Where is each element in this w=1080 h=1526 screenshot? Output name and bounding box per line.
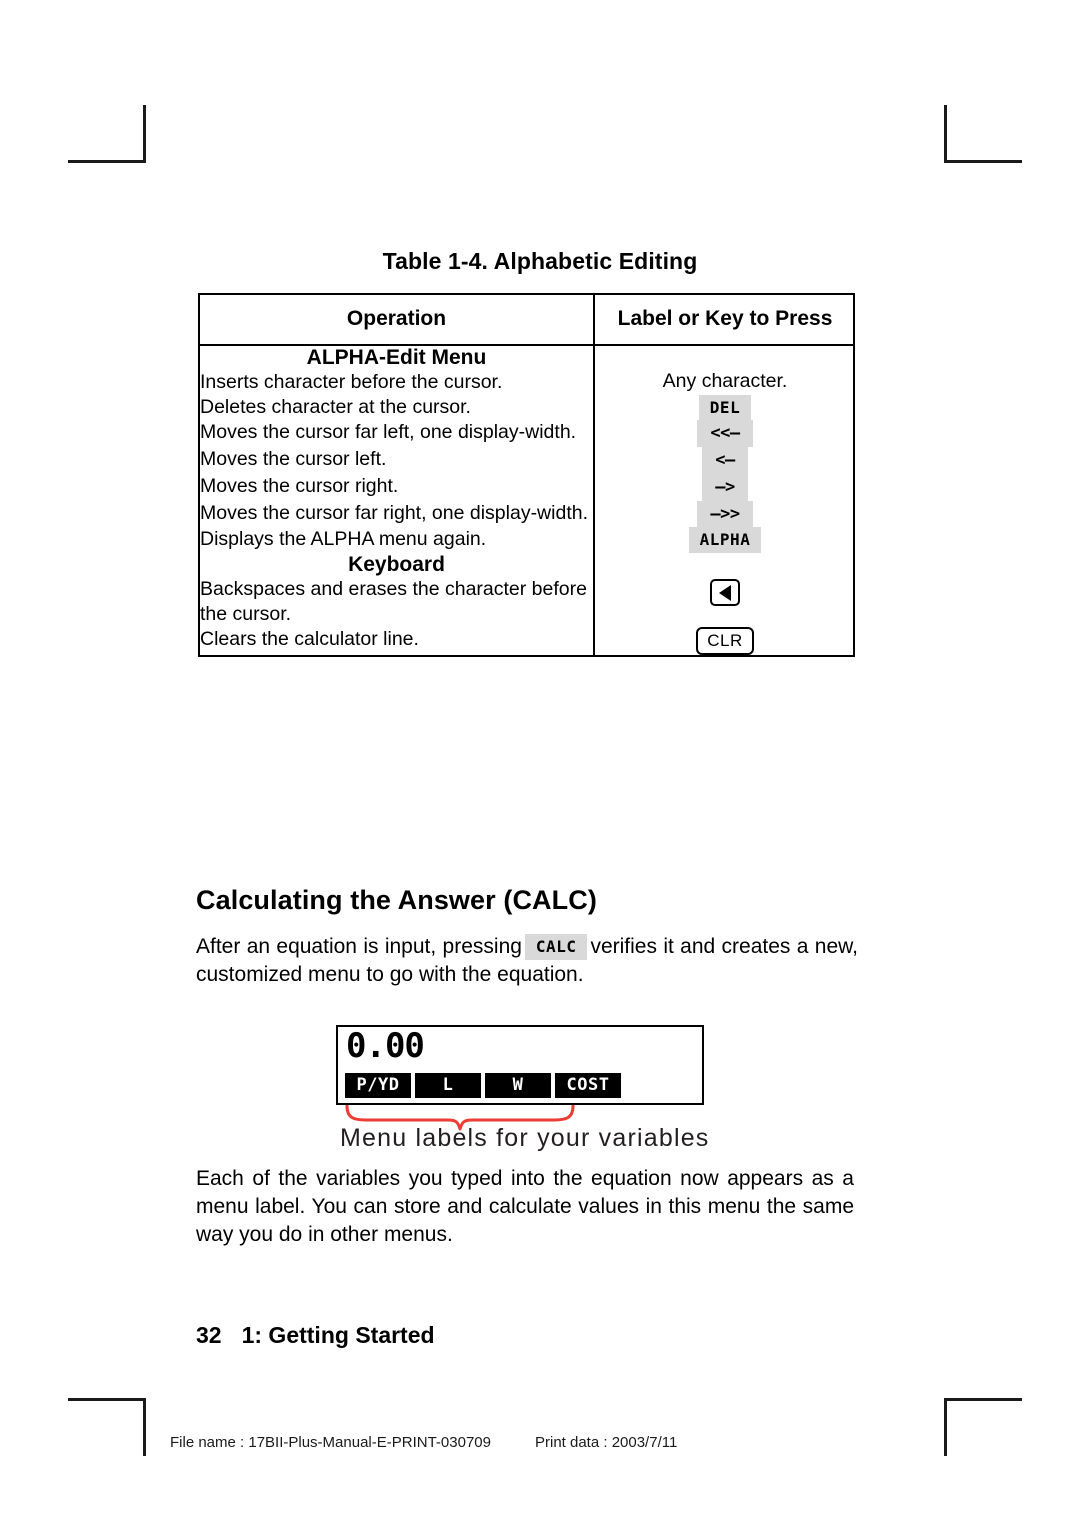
menu-label-l[interactable]: L [415,1072,481,1098]
key-cell: <— [593,447,855,474]
key-cell: —>> [593,500,855,528]
calculator-display: 0.00 P/YD L W COST [336,1025,704,1105]
backspace-key[interactable] [710,578,740,606]
table-header-key: Label or Key to Press [593,295,855,346]
display-menu-labels: P/YD L W COST [345,1072,621,1098]
operation-text: Moves the cursor right. [200,474,399,497]
far-left-arrow-key-label[interactable]: <<— [697,420,753,448]
page-number: 32 [196,1322,222,1348]
table-row: Deletes character at the cursor. DEL [200,394,855,421]
paragraph-text-before-key: After an equation is input, pressing [196,935,522,958]
menu-label-pyd[interactable]: P/YD [345,1072,411,1098]
operation-text: Moves the cursor far right, one display-… [200,501,589,524]
key-cell: DEL [593,394,855,421]
paragraph-calc-intro: After an equation is input, pressing CALC… [196,933,858,989]
table-section-header-row: Keyboard [200,552,855,577]
backspace-arrow-icon [719,584,731,601]
table-header-row: Operation Label or Key to Press [200,295,855,346]
print-footer: File name : 17BII-Plus-Manual-E-PRINT-03… [170,1434,870,1451]
file-name-label: File name : 17BII-Plus-Manual-E-PRINT-03… [170,1434,491,1451]
calc-key-label[interactable]: CALC [524,934,588,960]
section-heading-key-cell [593,345,855,370]
table-row: Inserts character before the cursor. Any… [200,370,855,395]
key-cell [593,576,855,627]
table-row: Moves the cursor right. —> [200,473,855,501]
table-row: Moves the cursor far right, one display-… [200,500,855,528]
operation-text: Moves the cursor left. [200,448,387,471]
table-row: Displays the ALPHA menu again. ALPHA [200,527,855,553]
alphabetic-editing-table: Operation Label or Key to Press ALPHA-Ed… [198,293,855,658]
paragraph-menu-explanation: Each of the variables you typed into the… [196,1167,854,1247]
operation-text: Clears the calculator line. [200,627,419,650]
operation-text: Moves the cursor far left, one display-w… [200,421,577,444]
section-heading-keyboard: Keyboard [348,552,445,576]
operation-text: Backspaces and erases the character befo… [200,577,587,625]
table-row: Moves the cursor far left, one display-w… [200,420,855,448]
section-heading-alpha-edit: ALPHA-Edit Menu [306,346,487,369]
section-heading-key-cell [593,552,855,577]
key-text: Any character. [593,370,855,395]
key-cell: —> [593,473,855,501]
menu-label-w[interactable]: W [485,1072,551,1098]
far-right-arrow-key-label[interactable]: —>> [697,500,753,528]
table-header-operation: Operation [200,295,594,346]
page-section-heading: Calculating the Answer (CALC) [196,885,597,915]
del-key-label[interactable]: DEL [698,394,752,421]
table-section-header-row: ALPHA-Edit Menu [200,345,855,370]
menu-label-cost[interactable]: COST [555,1072,621,1098]
key-cell: CLR [593,626,855,656]
figure-caption: Menu labels for your variables [340,1124,710,1152]
table-row: Clears the calculator line. CLR [200,626,855,656]
table-row: Backspaces and erases the character befo… [200,576,855,627]
operation-text: Deletes character at the cursor. [200,395,471,418]
right-arrow-key-label[interactable]: —> [702,473,748,501]
document-page: Table 1-4. Alphabetic Editing Operation … [0,0,1080,1526]
table-row: Moves the cursor left. <— [200,447,855,474]
key-cell: ALPHA [593,527,855,553]
clr-key[interactable]: CLR [696,626,754,656]
key-cell: <<— [593,420,855,448]
operation-text: Inserts character before the cursor. [200,371,503,393]
table-title: Table 1-4. Alphabetic Editing [382,248,698,274]
print-date-label: Print data : 2003/7/11 [534,1434,678,1451]
left-arrow-key-label[interactable]: <— [702,447,748,474]
chapter-label: 1: Getting Started [241,1322,435,1348]
display-value: 0.00 [346,1026,425,1066]
operation-text: Displays the ALPHA menu again. [200,528,487,551]
alpha-key-label[interactable]: ALPHA [688,527,762,553]
page-footer: 32 1: Getting Started [196,1322,435,1349]
